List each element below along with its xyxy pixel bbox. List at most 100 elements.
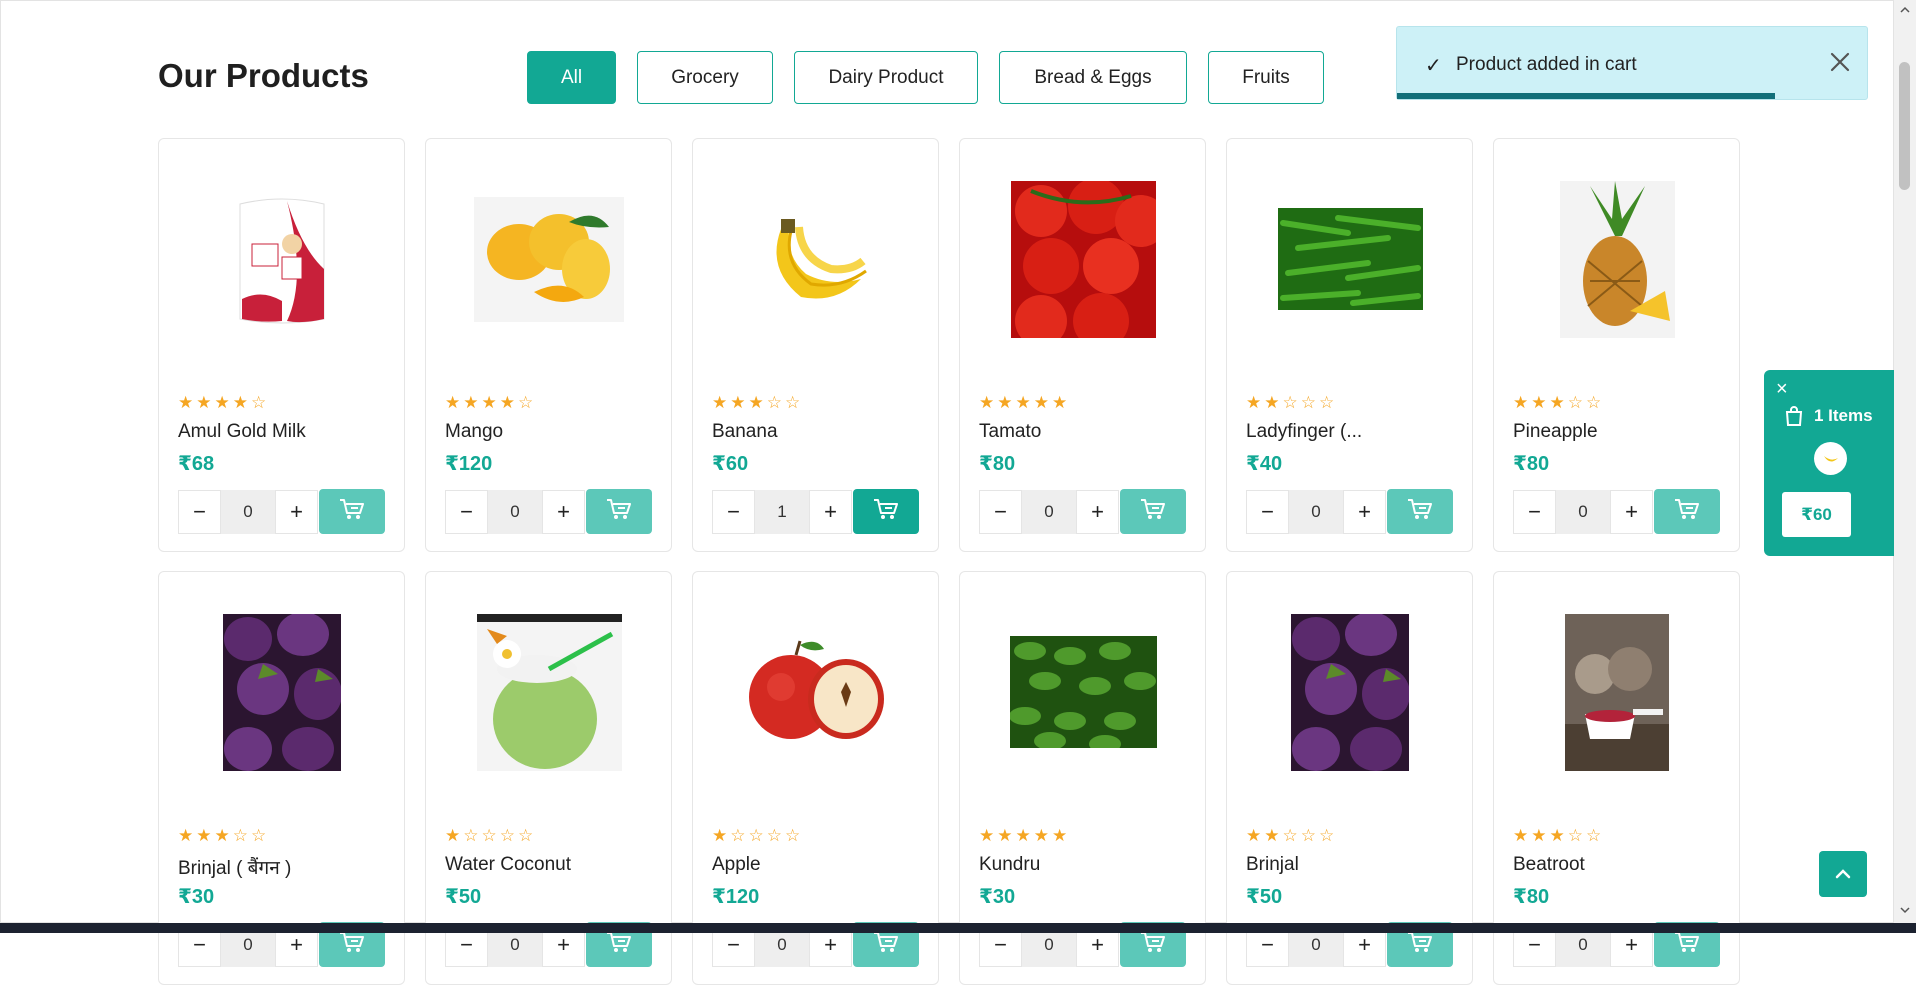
add-to-cart-button[interactable] xyxy=(319,489,385,534)
shopping-bag-icon xyxy=(1785,406,1803,426)
filter-fruits-button[interactable]: Fruits xyxy=(1208,51,1324,104)
chevron-up-icon xyxy=(1835,869,1851,879)
scroll-to-top-button[interactable] xyxy=(1819,851,1867,897)
star-empty-icon: ☆ xyxy=(785,826,801,845)
add-to-cart-button[interactable] xyxy=(586,489,652,534)
product-image[interactable] xyxy=(1247,169,1453,349)
star-filled-icon: ★ xyxy=(1264,826,1280,845)
product-name[interactable]: Banana xyxy=(712,421,778,443)
quantity-stepper: − 0 + xyxy=(979,490,1119,534)
cart-icon xyxy=(605,497,633,526)
product-card[interactable]: ★ ★ ★ ★ ☆ Amul Gold Milk ₹68 − 0 + xyxy=(158,138,405,552)
cart-icon xyxy=(1406,930,1434,959)
product-card[interactable]: ★ ★ ★ ★ ★ Tamato ₹80 − 0 + xyxy=(959,138,1206,552)
cart-icon xyxy=(605,930,633,959)
product-image[interactable] xyxy=(446,602,652,782)
product-image[interactable] xyxy=(179,602,385,782)
decrement-button[interactable]: − xyxy=(1513,490,1556,534)
quantity-value[interactable]: 0 xyxy=(488,490,542,534)
product-image[interactable] xyxy=(713,602,919,782)
product-image[interactable] xyxy=(446,169,652,349)
close-icon[interactable]: × xyxy=(1776,378,1788,401)
quantity-value[interactable]: 0 xyxy=(1022,490,1076,534)
product-name[interactable]: Ladyfinger (... xyxy=(1246,421,1362,443)
quantity-value[interactable]: 1 xyxy=(755,490,809,534)
star-empty-icon: ☆ xyxy=(1282,826,1298,845)
product-name[interactable]: Water Coconut xyxy=(445,854,571,876)
product-card[interactable]: ★ ★ ☆ ☆ ☆ Ladyfinger (... ₹40 − 0 + xyxy=(1226,138,1473,552)
star-empty-icon: ☆ xyxy=(481,826,497,845)
cart-icon xyxy=(338,497,366,526)
product-price: ₹30 xyxy=(178,886,215,908)
scroll-thumb[interactable] xyxy=(1899,62,1910,190)
cart-icon xyxy=(338,930,366,959)
decrement-button[interactable]: − xyxy=(1246,490,1289,534)
cart-total[interactable]: ₹60 xyxy=(1782,492,1851,537)
product-card[interactable]: ★ ★ ★ ☆ ☆ Pineapple ₹80 − 0 + xyxy=(1493,138,1740,552)
cart-items-count: 1 Items xyxy=(1782,404,1873,428)
star-filled-icon: ★ xyxy=(1264,393,1280,412)
quantity-value[interactable]: 0 xyxy=(1556,490,1610,534)
add-to-cart-button[interactable] xyxy=(1120,489,1186,534)
product-image[interactable] xyxy=(980,169,1186,349)
decrement-button[interactable]: − xyxy=(712,490,755,534)
filter-dairy-button[interactable]: Dairy Product xyxy=(794,51,978,104)
product-name[interactable]: Brinjal xyxy=(1246,854,1299,876)
add-to-cart-button[interactable] xyxy=(1387,489,1453,534)
decrement-button[interactable]: − xyxy=(979,490,1022,534)
rating-stars: ★ ☆ ☆ ☆ ☆ xyxy=(445,827,533,844)
increment-button[interactable]: + xyxy=(542,490,585,534)
decrement-button[interactable]: − xyxy=(445,490,488,534)
product-image[interactable] xyxy=(713,169,919,349)
quantity-value[interactable]: 0 xyxy=(1289,490,1343,534)
product-image[interactable] xyxy=(179,169,385,349)
rating-stars: ★ ★ ★ ☆ ☆ xyxy=(178,827,266,844)
filter-all-button[interactable]: All xyxy=(527,51,616,104)
product-price: ₹50 xyxy=(1246,886,1283,908)
product-name[interactable]: Kundru xyxy=(979,854,1040,876)
increment-button[interactable]: + xyxy=(809,490,852,534)
increment-button[interactable]: + xyxy=(1610,490,1653,534)
category-filters: All Grocery Dairy Product Bread & Eggs F… xyxy=(527,51,1324,104)
product-price: ₹80 xyxy=(979,453,1016,475)
scrollbar[interactable] xyxy=(1894,0,1916,923)
star-empty-icon: ☆ xyxy=(518,826,534,845)
toast-progress-bar xyxy=(1397,93,1775,99)
star-empty-icon: ☆ xyxy=(1586,826,1602,845)
increment-button[interactable]: + xyxy=(275,490,318,534)
star-filled-icon: ★ xyxy=(1052,826,1068,845)
product-name[interactable]: Mango xyxy=(445,421,503,443)
scroll-down-arrow-icon[interactable] xyxy=(1899,904,1911,916)
close-icon[interactable] xyxy=(1827,49,1853,75)
filter-bread-eggs-button[interactable]: Bread & Eggs xyxy=(999,51,1187,104)
product-name[interactable]: Tamato xyxy=(979,421,1041,443)
decrement-button[interactable]: − xyxy=(178,490,221,534)
product-card[interactable]: ★ ★ ★ ☆ ☆ Banana ₹60 − 1 + xyxy=(692,138,939,552)
quantity-value[interactable]: 0 xyxy=(221,490,275,534)
star-filled-icon: ★ xyxy=(1246,393,1262,412)
rating-stars: ★ ☆ ☆ ☆ ☆ xyxy=(712,827,800,844)
page-title: Our Products xyxy=(158,57,369,94)
star-empty-icon: ☆ xyxy=(1282,393,1298,412)
star-empty-icon: ☆ xyxy=(1319,393,1335,412)
add-to-cart-button[interactable] xyxy=(1654,489,1720,534)
increment-button[interactable]: + xyxy=(1343,490,1386,534)
add-to-cart-button[interactable] xyxy=(853,489,919,534)
floating-cart[interactable]: × 1 Items ₹60 xyxy=(1764,370,1894,556)
product-price: ₹30 xyxy=(979,886,1016,908)
product-name[interactable]: Apple xyxy=(712,854,761,876)
scroll-up-arrow-icon[interactable] xyxy=(1899,4,1911,16)
product-image[interactable] xyxy=(1247,602,1453,782)
product-name[interactable]: Pineapple xyxy=(1513,421,1598,443)
cart-icon xyxy=(872,930,900,959)
product-image[interactable] xyxy=(1514,602,1720,782)
product-name[interactable]: Amul Gold Milk xyxy=(178,421,306,443)
increment-button[interactable]: + xyxy=(1076,490,1119,534)
product-image[interactable] xyxy=(1514,169,1720,349)
product-image[interactable] xyxy=(980,602,1186,782)
product-name[interactable]: Beatroot xyxy=(1513,854,1585,876)
product-name[interactable]: Brinjal ( बैंगन ) xyxy=(178,854,291,880)
filter-grocery-button[interactable]: Grocery xyxy=(637,51,773,104)
star-filled-icon: ★ xyxy=(1549,826,1565,845)
product-card[interactable]: ★ ★ ★ ★ ☆ Mango ₹120 − 0 + xyxy=(425,138,672,552)
